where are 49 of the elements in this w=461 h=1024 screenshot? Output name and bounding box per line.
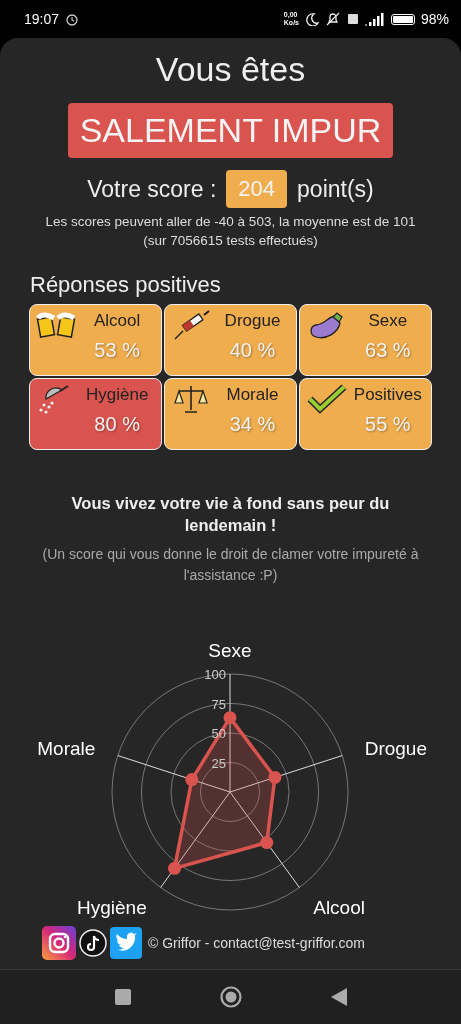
category-percent: 80 % bbox=[94, 413, 140, 436]
signal-icon bbox=[364, 12, 385, 26]
result-comment: Vous vivez votre vie à fond sans peur du lendemain ! bbox=[70, 493, 391, 536]
axis-label: Sexe bbox=[208, 640, 252, 662]
category-percent: 53 % bbox=[94, 339, 140, 362]
score-unit: point(s) bbox=[297, 175, 374, 203]
score-range-note: Les scores peuvent aller de -40 à 503, la moyenne est de 101 bbox=[45, 213, 416, 231]
category-percent: 55 % bbox=[365, 413, 411, 436]
axis-label: Alcool bbox=[313, 896, 365, 918]
volte-icon bbox=[346, 13, 359, 25]
back-button[interactable] bbox=[330, 988, 347, 1006]
category-percent: 63 % bbox=[365, 339, 411, 362]
tests-count-note: (sur 7056615 tests effectués) bbox=[143, 232, 318, 250]
axis-label: Morale bbox=[37, 738, 96, 760]
result-note: (Un score qui vous donne le droit de clamer votre impureté à l'assistance :P) bbox=[41, 545, 420, 585]
data-point bbox=[168, 861, 181, 875]
result-heading: Vous êtes bbox=[155, 50, 306, 89]
category-label: Hygiène bbox=[85, 385, 149, 405]
home-button[interactable] bbox=[219, 986, 242, 1008]
section-title: Réponses positives bbox=[30, 272, 221, 298]
axis-label: Drogue bbox=[364, 738, 427, 760]
category-label: Sexe bbox=[368, 311, 408, 331]
verdict-badge: SALEMENT IMPUR bbox=[67, 103, 394, 158]
score-badge: 204 bbox=[226, 170, 288, 208]
category-label: Morale bbox=[226, 385, 279, 405]
data-point bbox=[260, 836, 274, 850]
category-label: Positives bbox=[353, 385, 422, 405]
data-point bbox=[223, 711, 237, 725]
tick-label: 100 bbox=[204, 667, 226, 682]
axis-label: Hygiène bbox=[77, 896, 147, 918]
clock-time: 19:07 bbox=[24, 11, 60, 27]
data-point bbox=[268, 770, 282, 784]
category-label: Drogue bbox=[224, 311, 281, 331]
moon-icon bbox=[304, 12, 319, 26]
tick-label: 75 bbox=[211, 696, 226, 712]
muted-bell-icon bbox=[324, 12, 341, 26]
score-label: Votre score : bbox=[87, 175, 217, 203]
copyright-text: © Griffor - contact@test-griffor.com bbox=[148, 935, 365, 951]
battery-percent: 98% bbox=[420, 11, 449, 27]
tick-label: 25 bbox=[211, 755, 226, 771]
alarm-icon bbox=[65, 12, 80, 26]
data-point bbox=[185, 773, 199, 787]
battery-icon bbox=[390, 13, 415, 25]
category-percent: 40 % bbox=[229, 339, 276, 362]
category-label: Alcool bbox=[94, 311, 141, 331]
instagram-icon[interactable] bbox=[42, 926, 76, 960]
recents-button[interactable] bbox=[114, 989, 131, 1005]
tiktok-icon[interactable] bbox=[78, 928, 108, 958]
category-percent: 34 % bbox=[229, 413, 276, 436]
